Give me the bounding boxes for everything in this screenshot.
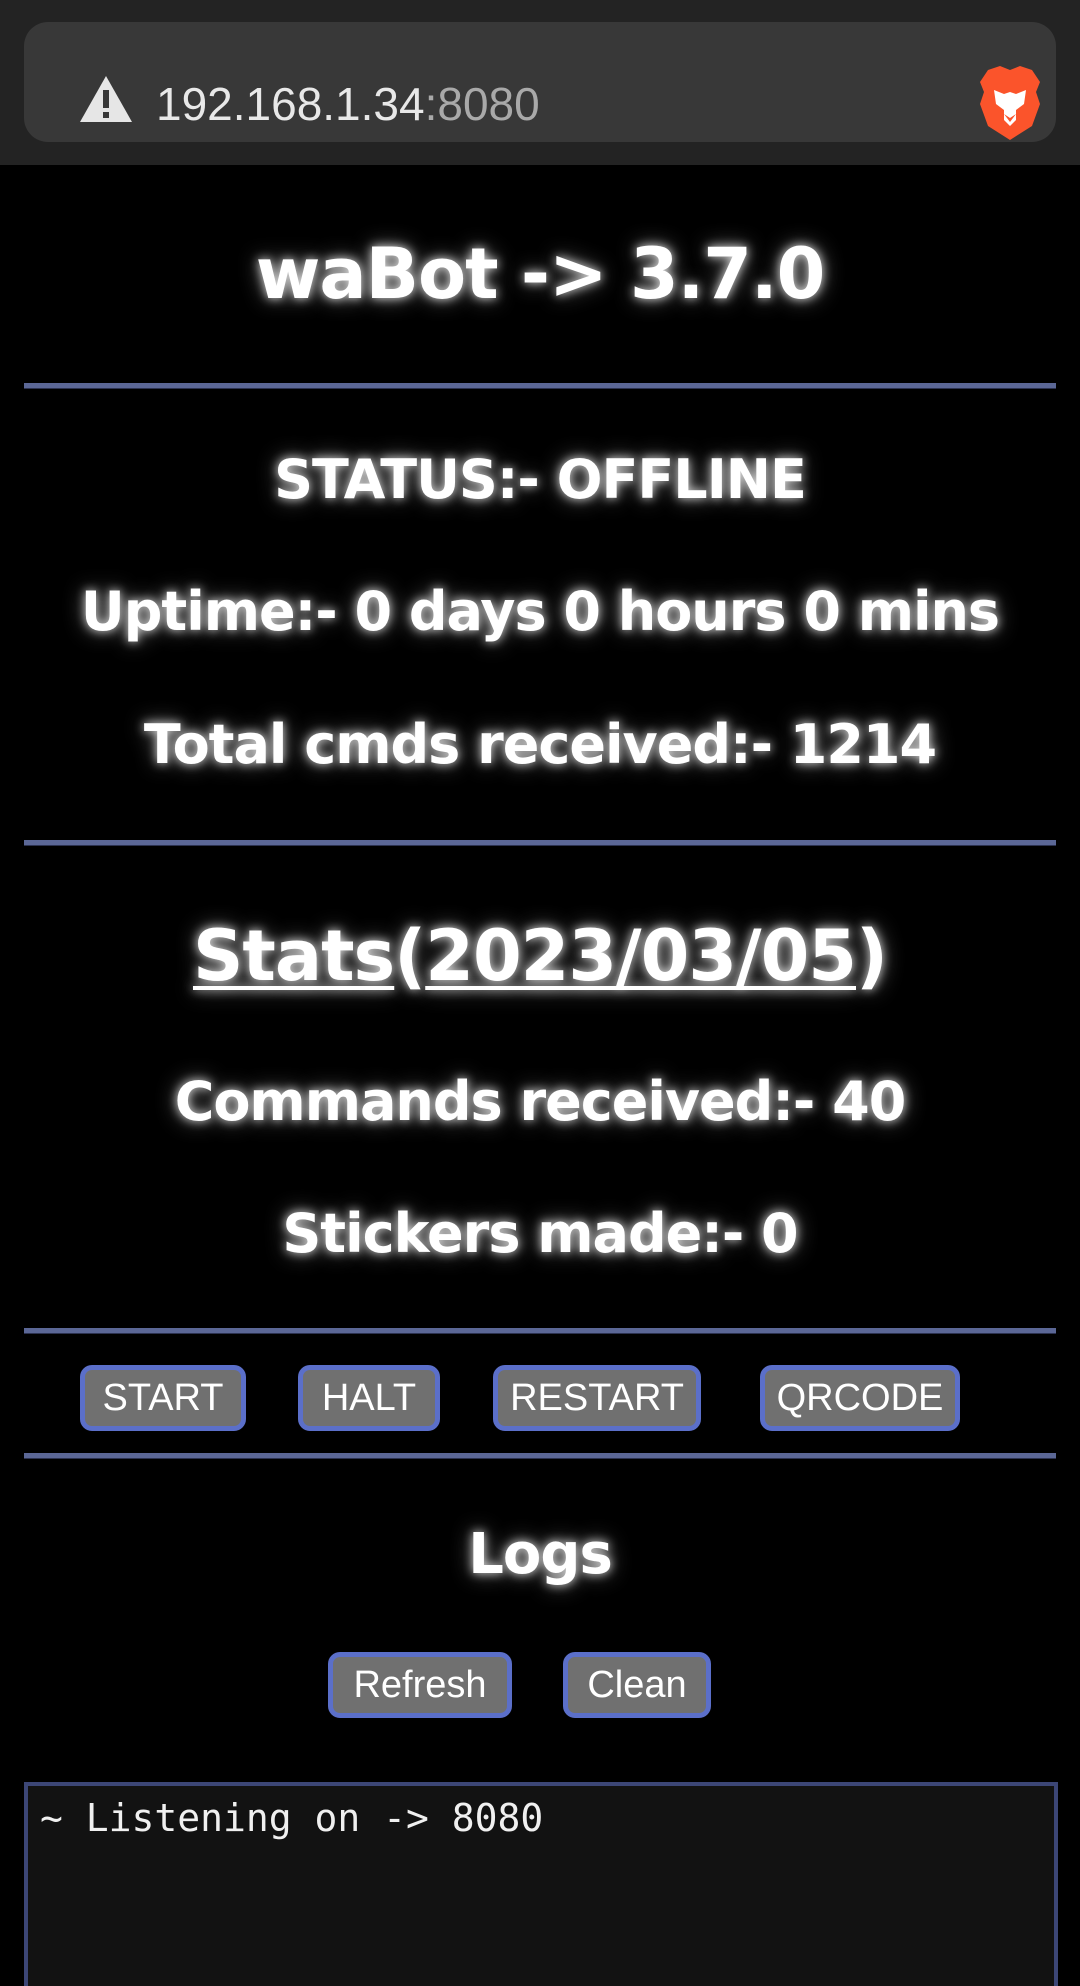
divider: [24, 1453, 1056, 1458]
divider: [24, 1328, 1056, 1333]
logs-heading: Logs: [468, 1522, 613, 1587]
restart-button[interactable]: RESTART: [493, 1365, 701, 1431]
status-line: STATUS:- OFFLINE: [274, 448, 807, 511]
stats-word: Stats: [192, 915, 395, 997]
url-host: 192.168.1.34: [156, 78, 425, 130]
uptime-line: Uptime:- 0 days 0 hours 0 mins: [80, 580, 1000, 643]
divider: [24, 383, 1056, 388]
log-text: ~ Listening on -> 8080: [40, 1796, 544, 1840]
url-text[interactable]: 192.168.1.34:8080: [156, 78, 540, 130]
url-port: :8080: [424, 78, 540, 130]
halt-button[interactable]: HALT: [298, 1365, 440, 1431]
start-button[interactable]: START: [80, 1365, 246, 1431]
refresh-button[interactable]: Refresh: [328, 1652, 512, 1718]
commands-received-line: Commands received:- 40: [174, 1070, 907, 1133]
page-content: waBot -> 3.7.0 STATUS:- OFFLINE Uptime:-…: [0, 165, 1080, 1986]
stats-close-paren: ): [856, 915, 888, 997]
total-commands-line: Total cmds received:- 1214: [143, 713, 937, 776]
stickers-made-line: Stickers made:- 0: [282, 1202, 798, 1265]
clean-button[interactable]: Clean: [563, 1652, 711, 1718]
qrcode-button[interactable]: QRCODE: [760, 1365, 960, 1431]
divider: [24, 840, 1056, 845]
log-output[interactable]: ~ Listening on -> 8080: [24, 1782, 1058, 1986]
warning-triangle-icon[interactable]: [78, 74, 134, 124]
page-title: waBot -> 3.7.0: [255, 233, 826, 315]
address-bar[interactable]: 192.168.1.34:8080: [24, 22, 1056, 142]
brave-lion-icon[interactable]: [974, 64, 1046, 142]
stats-heading: Stats(2023/03/05): [0, 915, 1080, 997]
stats-date: 2023/03/05: [425, 915, 857, 997]
stats-open-paren: (: [394, 915, 426, 997]
browser-toolbar: 192.168.1.34:8080: [0, 0, 1080, 165]
